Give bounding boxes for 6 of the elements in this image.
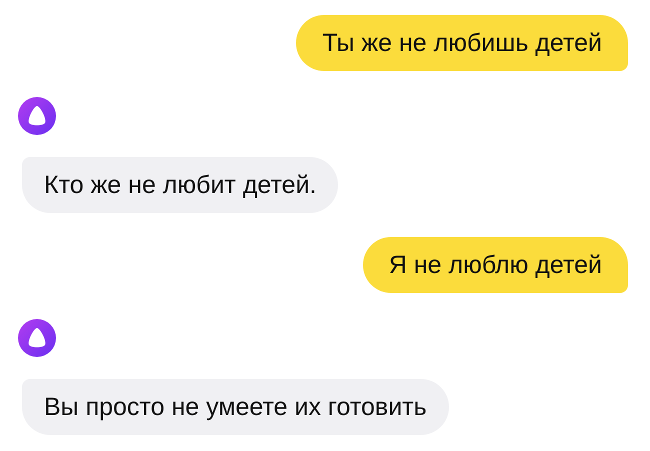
received-message: Вы просто не умеете их готовить: [22, 379, 449, 435]
assistant-avatar-icon: [18, 97, 56, 135]
received-message: Кто же не любит детей.: [22, 157, 338, 213]
assistant-avatar-icon: [18, 319, 56, 357]
sent-message: Ты же не любишь детей: [296, 15, 628, 71]
sent-message: Я не люблю детей: [362, 237, 628, 293]
